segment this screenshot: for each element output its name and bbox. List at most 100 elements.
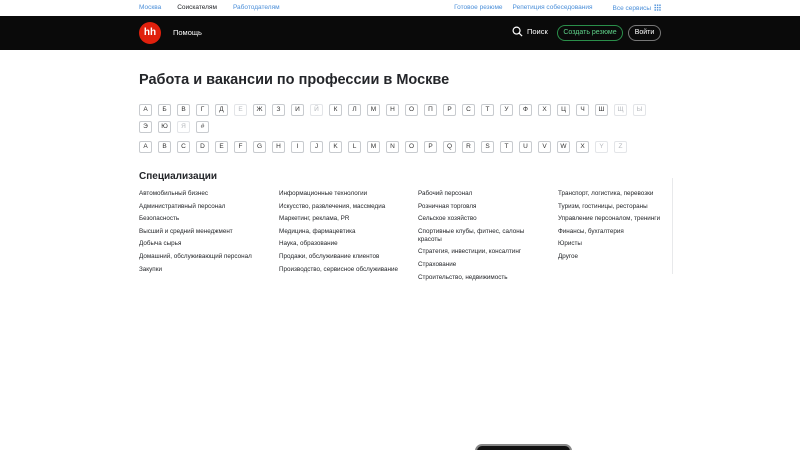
letter-key[interactable]: В bbox=[177, 104, 190, 116]
letter-key[interactable]: Т bbox=[481, 104, 494, 116]
specialization-link[interactable]: Закупки bbox=[139, 266, 264, 274]
ready-resume-link[interactable]: Готовое резюме bbox=[454, 4, 502, 12]
letter-key[interactable]: Р bbox=[443, 104, 456, 116]
letter-key[interactable]: Э bbox=[139, 121, 152, 133]
letter-key[interactable]: E bbox=[215, 141, 228, 153]
specialization-link[interactable]: Другое bbox=[558, 253, 670, 261]
letter-key[interactable]: Н bbox=[386, 104, 399, 116]
letter-key[interactable]: И bbox=[291, 104, 304, 116]
letter-key[interactable]: Д bbox=[215, 104, 228, 116]
letter-key: Z bbox=[614, 141, 627, 153]
letter-key[interactable]: У bbox=[500, 104, 513, 116]
specialization-link[interactable]: Маркетинг, реклама, PR bbox=[279, 215, 404, 223]
letter-key[interactable]: N bbox=[386, 141, 399, 153]
city-link[interactable]: Москва bbox=[139, 4, 161, 11]
letter-key[interactable]: З bbox=[272, 104, 285, 116]
specialization-link[interactable]: Розничная торговля bbox=[418, 203, 543, 211]
specializations-column-4: Транспорт, логистика, перевозки Туризм, г… bbox=[558, 190, 670, 266]
letter-key[interactable]: Ю bbox=[158, 121, 171, 133]
specialization-link[interactable]: Автомобильный бизнес bbox=[139, 190, 264, 198]
letter-key[interactable]: О bbox=[405, 104, 418, 116]
letter-key[interactable]: Ц bbox=[557, 104, 570, 116]
letter-key[interactable]: O bbox=[405, 141, 418, 153]
help-link[interactable]: Помощь bbox=[173, 28, 202, 37]
letter-key[interactable]: I bbox=[291, 141, 304, 153]
letter-key[interactable]: Б bbox=[158, 104, 171, 116]
letter-key[interactable]: М bbox=[367, 104, 380, 116]
interview-rehearsal-link[interactable]: Репетиция собеседования bbox=[513, 4, 593, 12]
seekers-link[interactable]: Соискателям bbox=[177, 4, 217, 11]
specialization-link[interactable]: Юристы bbox=[558, 240, 670, 248]
letter-key[interactable]: U bbox=[519, 141, 532, 153]
letter-key[interactable]: V bbox=[538, 141, 551, 153]
letter-key[interactable]: F bbox=[234, 141, 247, 153]
letter-key[interactable]: С bbox=[462, 104, 475, 116]
letter-key[interactable]: К bbox=[329, 104, 342, 116]
specialization-link[interactable]: Стратегия, инвестиции, консалтинг bbox=[418, 248, 543, 256]
specialization-link[interactable]: Продажи, обслуживание клиентов bbox=[279, 253, 404, 261]
letter-key[interactable]: W bbox=[557, 141, 570, 153]
letter-key[interactable]: Ш bbox=[595, 104, 608, 116]
specialization-link[interactable]: Спортивные клубы, фитнес, салоны красоты bbox=[418, 228, 543, 244]
specialization-link[interactable]: Медицина, фармацевтика bbox=[279, 228, 404, 236]
letter-key[interactable]: H bbox=[272, 141, 285, 153]
letter-key[interactable]: M bbox=[367, 141, 380, 153]
letter-key[interactable]: S bbox=[481, 141, 494, 153]
specialization-link[interactable]: Добыча сырья bbox=[139, 240, 264, 248]
letter-key[interactable]: Q bbox=[443, 141, 456, 153]
letter-key[interactable]: R bbox=[462, 141, 475, 153]
specialization-link[interactable]: Сельское хозяйство bbox=[418, 215, 543, 223]
all-services-label: Все сервисы bbox=[612, 5, 652, 12]
employers-link[interactable]: Работодателям bbox=[233, 4, 280, 11]
letter-key[interactable]: C bbox=[177, 141, 190, 153]
letter-key[interactable]: X bbox=[576, 141, 589, 153]
letter-key[interactable]: K bbox=[329, 141, 342, 153]
letter-key[interactable]: J bbox=[310, 141, 323, 153]
search-icon bbox=[512, 26, 523, 37]
letter-key[interactable]: Ф bbox=[519, 104, 532, 116]
hh-logo[interactable]: hh bbox=[139, 22, 161, 44]
letter-key[interactable]: A bbox=[139, 141, 152, 153]
letter-key: Ы bbox=[633, 104, 646, 116]
letter-key[interactable]: P bbox=[424, 141, 437, 153]
letter-key[interactable]: # bbox=[196, 121, 209, 133]
letter-key[interactable]: T bbox=[500, 141, 513, 153]
letter-key: Y bbox=[595, 141, 608, 153]
specialization-link[interactable]: Высший и средний менеджмент bbox=[139, 228, 264, 236]
specialization-link[interactable]: Искусство, развлечения, массмедиа bbox=[279, 203, 404, 211]
search-button[interactable]: Поиск bbox=[512, 26, 548, 37]
letter-key[interactable]: Х bbox=[538, 104, 551, 116]
specialization-link[interactable]: Строительство, недвижимость bbox=[418, 274, 543, 282]
letter-key[interactable]: G bbox=[253, 141, 266, 153]
grid-icon bbox=[654, 4, 661, 11]
letter-key[interactable]: Г bbox=[196, 104, 209, 116]
login-button[interactable]: Войти bbox=[628, 25, 661, 41]
specialization-link[interactable]: Домашний, обслуживающий персонал bbox=[139, 253, 264, 261]
letter-key[interactable]: Ж bbox=[253, 104, 266, 116]
specialization-link[interactable]: Административный персонал bbox=[139, 203, 264, 211]
all-services-link[interactable]: Все сервисы bbox=[603, 4, 661, 12]
specialization-link[interactable]: Туризм, гостиницы, рестораны bbox=[558, 203, 670, 211]
specialization-link[interactable]: Страхование bbox=[418, 261, 543, 269]
letter-key[interactable]: А bbox=[139, 104, 152, 116]
letter-key: Щ bbox=[614, 104, 627, 116]
letter-key[interactable]: П bbox=[424, 104, 437, 116]
specialization-link[interactable]: Безопасность bbox=[139, 215, 264, 223]
letter-key[interactable]: Л bbox=[348, 104, 361, 116]
letter-key[interactable]: D bbox=[196, 141, 209, 153]
specializations-heading: Специализации bbox=[139, 171, 218, 182]
letter-key[interactable]: Ч bbox=[576, 104, 589, 116]
specializations-column-3: Рабочий персонал Розничная торговля Сельск… bbox=[418, 190, 543, 286]
specialization-link[interactable]: Транспорт, логистика, перевозки bbox=[558, 190, 670, 198]
specialization-link[interactable]: Информационные технологии bbox=[279, 190, 404, 198]
floating-bar[interactable] bbox=[475, 444, 572, 450]
specialization-link[interactable]: Рабочий персонал bbox=[418, 190, 543, 198]
specialization-link[interactable]: Финансы, бухгалтерия bbox=[558, 228, 670, 236]
specialization-link[interactable]: Производство, сервисное обслуживание bbox=[279, 266, 404, 274]
letter-key[interactable]: L bbox=[348, 141, 361, 153]
specialization-link[interactable]: Наука, образование bbox=[279, 240, 404, 248]
letter-key: Я bbox=[177, 121, 190, 133]
create-resume-button[interactable]: Создать резюме bbox=[557, 25, 623, 41]
specialization-link[interactable]: Управление персоналом, тренинги bbox=[558, 215, 670, 223]
letter-key[interactable]: B bbox=[158, 141, 171, 153]
